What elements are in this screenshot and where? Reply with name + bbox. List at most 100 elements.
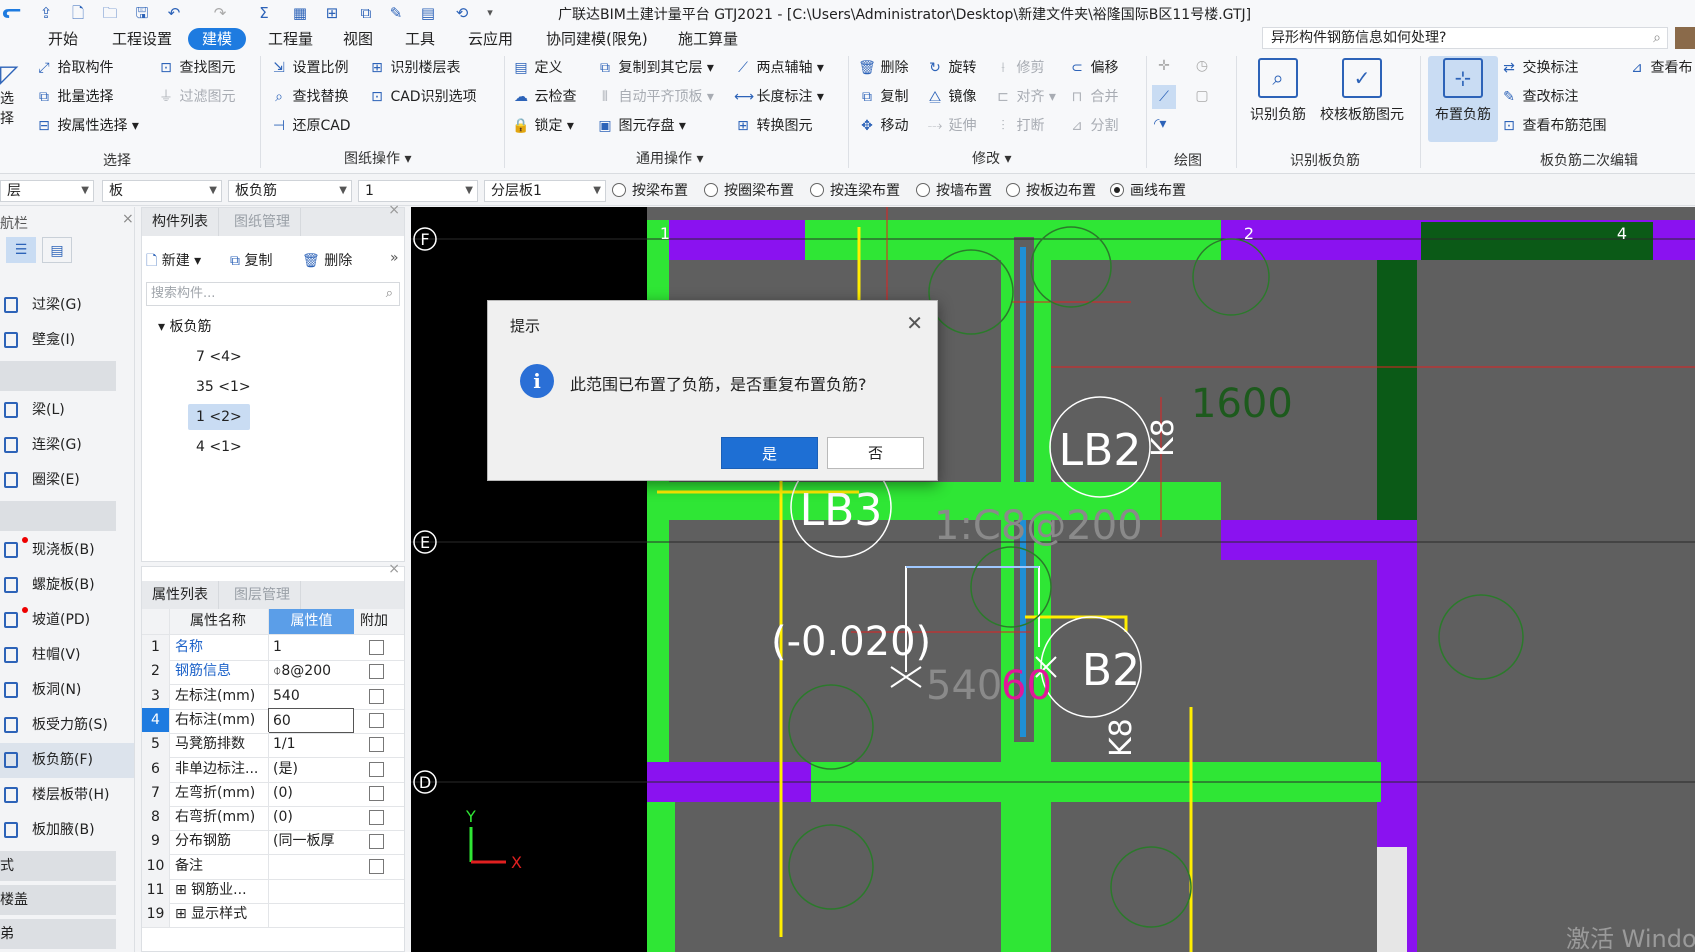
tree-root[interactable]: ▾ 板负筋	[158, 314, 211, 340]
more-icon[interactable]: »	[390, 250, 399, 266]
nav-item-spiral-slab[interactable]: 螺旋板(B)	[0, 568, 134, 603]
extend-button[interactable]: ⤏ 延伸	[926, 115, 977, 137]
radio-draw-line[interactable]: 画线布置	[1110, 181, 1186, 201]
pen-icon[interactable]: ✎	[386, 3, 406, 23]
property-value[interactable]	[268, 878, 354, 903]
extra-checkbox[interactable]	[369, 761, 384, 777]
close-icon[interactable]: ×	[388, 561, 400, 577]
open-folder-icon[interactable]: 🗀	[100, 3, 120, 23]
refresh-icon[interactable]: ⟲	[452, 3, 472, 23]
arc-icon[interactable]: ◜▾	[1154, 116, 1184, 136]
rotate-button[interactable]: ↻ 旋转	[926, 57, 976, 79]
tab-component-list[interactable]: 构件列表	[142, 208, 219, 236]
delete-button[interactable]: 🗑 删除	[858, 57, 908, 79]
property-value[interactable]	[268, 902, 354, 928]
copy-component-button[interactable]: ⧉ 复制	[230, 250, 272, 270]
nav-item-slab-hole[interactable]: 板洞(N)	[0, 673, 134, 708]
trim-button[interactable]: ⟊ 修剪	[994, 57, 1044, 79]
radio-by-slab-edge[interactable]: 按板边布置	[1006, 181, 1096, 201]
property-row[interactable]: 10 备注	[142, 853, 404, 880]
property-row[interactable]: 4 右标注(mm) 60	[142, 707, 404, 734]
delete-component-button[interactable]: 🗑 删除	[302, 250, 352, 270]
extra-checkbox[interactable]	[369, 737, 384, 753]
report-icon[interactable]: ▤	[418, 3, 438, 23]
select-big-button[interactable]: ◸ 选择	[0, 60, 26, 127]
copy-to-floor-button[interactable]: ⧉ 复制到其它层 ▾	[596, 57, 714, 79]
property-row[interactable]: 11 ⊞ 钢筋业...	[142, 878, 404, 904]
property-row[interactable]: 5 马凳筋排数 1/1	[142, 732, 404, 759]
menu-construction[interactable]: 施工算量	[672, 28, 744, 50]
property-value[interactable]: (0)	[268, 805, 354, 831]
point-angle-icon[interactable]: ◷	[1192, 58, 1212, 78]
close-icon[interactable]: ×	[122, 211, 134, 227]
nav-group-header[interactable]	[0, 501, 116, 531]
upload-icon[interactable]: ⇪	[36, 3, 56, 23]
copy-button[interactable]: ⧉ 复制	[858, 86, 908, 108]
property-value[interactable]: 1/1	[268, 732, 354, 758]
menu-cloud[interactable]: 云应用	[462, 28, 519, 50]
set-scale-button[interactable]: ⇲ 设置比例	[270, 57, 348, 79]
align-button[interactable]: ⊏ 对齐 ▾	[994, 86, 1056, 108]
nav-item-lintel[interactable]: 过梁(G)	[0, 288, 134, 323]
swap-label-button[interactable]: ⇄ 交换标注	[1500, 57, 1578, 79]
tab-drawing-management[interactable]: 图纸管理	[224, 208, 301, 236]
nav-item-niche[interactable]: 壁龛(I)	[0, 323, 134, 358]
subtype-combo[interactable]: 板负筋 ▼	[228, 180, 352, 202]
no-button[interactable]: 否	[827, 437, 924, 469]
save-element-button[interactable]: ▣ 图元存盘 ▾	[596, 115, 686, 137]
menu-collab[interactable]: 协同建模(限免)	[540, 28, 654, 50]
grid-icon[interactable]: ▦	[290, 3, 310, 23]
convert-element-button[interactable]: ⊞ 转换图元	[734, 115, 812, 137]
nav-item-cast-slab[interactable]: 现浇板(B)	[0, 533, 134, 568]
tree-item[interactable]: 7 <4>	[196, 344, 242, 370]
property-row[interactable]: 6 非单边标注... (是)	[142, 756, 404, 783]
tab-property-list[interactable]: 属性列表	[142, 581, 219, 609]
yes-button[interactable]: 是	[721, 437, 818, 469]
layout-neg-rebar-button[interactable]: ⊹ 布置负筋	[1428, 58, 1498, 124]
radio-by-ring-beam[interactable]: 按圈梁布置	[704, 181, 794, 201]
property-row[interactable]: 3 左标注(mm) 540	[142, 683, 404, 710]
property-value[interactable]: 540	[268, 683, 354, 709]
menu-view[interactable]: 视图	[337, 28, 379, 50]
break-button[interactable]: ⫶ 打断	[994, 115, 1044, 137]
nav-item-floor-strip[interactable]: 楼层板带(H)	[0, 778, 134, 813]
cad-options-button[interactable]: ⊡ CAD识别选项	[368, 86, 476, 108]
sum-icon[interactable]: Σ	[254, 3, 274, 23]
property-row[interactable]: 9 分布钢筋 (同一板厚	[142, 829, 404, 856]
property-value[interactable]: (0)	[268, 780, 354, 806]
merge-button[interactable]: ⊓ 合并	[1068, 86, 1119, 108]
menu-project-settings[interactable]: 工程设置	[106, 28, 178, 50]
help-search-input[interactable]: 异形构件钢筋信息如何处理? ⌕	[1262, 27, 1668, 49]
property-value[interactable]	[268, 853, 354, 879]
nav-item-beam[interactable]: 梁(L)	[0, 393, 134, 428]
nav-group-header[interactable]	[0, 361, 116, 391]
property-value[interactable]: ⌽8@200	[268, 659, 354, 685]
mirror-button[interactable]: ⧋ 镜像	[926, 86, 977, 108]
property-value[interactable]: (是)	[268, 756, 354, 782]
undo-icon[interactable]: ↶	[164, 3, 184, 23]
tree-item[interactable]: 4 <1>	[196, 434, 242, 460]
menu-modeling[interactable]: 建模	[188, 28, 247, 50]
redo-icon[interactable]: ↷	[210, 3, 230, 23]
property-row[interactable]: 7 左弯折(mm) (0)	[142, 780, 404, 807]
nav-item-ring-beam[interactable]: 圈梁(E)	[0, 463, 134, 498]
tree-view-icon[interactable]: ▤	[42, 237, 72, 263]
rectangle-icon[interactable]: ▢	[1192, 88, 1212, 108]
identify-floor-table-button[interactable]: ⊞ 识别楼层表	[368, 57, 460, 79]
component-search-input[interactable]: 搜索构件... ⌕	[146, 282, 400, 306]
component-combo[interactable]: 1 ▼	[358, 180, 478, 202]
move-button[interactable]: ✥ 移动	[858, 115, 908, 137]
edit-label-button[interactable]: ✎ 查改标注	[1500, 86, 1578, 108]
new-component-button[interactable]: 🗋 新建 ▾	[146, 250, 201, 274]
point-icon[interactable]: ✛	[1154, 58, 1174, 78]
nav-group-header[interactable]: 楼盖	[0, 885, 116, 915]
tree-item[interactable]: 35 <1>	[196, 374, 251, 400]
menu-quantity[interactable]: 工程量	[262, 28, 319, 50]
new-file-icon[interactable]: 🗋	[68, 3, 88, 23]
offset-button[interactable]: ⊂ 偏移	[1068, 57, 1118, 79]
radio-by-beam[interactable]: 按梁布置	[612, 181, 688, 201]
select-by-property-button[interactable]: ⊟ 按属性选择 ▾	[35, 115, 139, 137]
property-row[interactable]: 8 右弯折(mm) (0)	[142, 805, 404, 832]
extra-checkbox[interactable]	[369, 858, 384, 874]
property-value[interactable]: 1	[268, 635, 354, 660]
